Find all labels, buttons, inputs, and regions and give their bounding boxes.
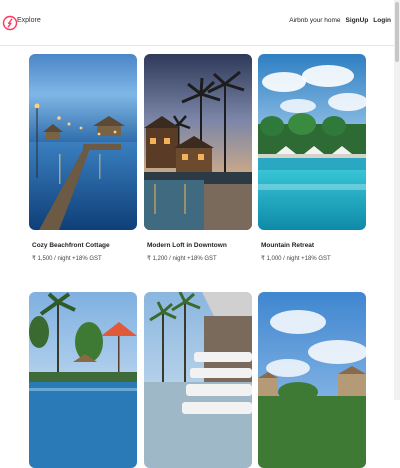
- listing-image[interactable]: [258, 54, 366, 230]
- listing-image[interactable]: [144, 292, 252, 468]
- scrollbar-thumb[interactable]: [395, 2, 399, 62]
- listing-image[interactable]: [29, 54, 137, 230]
- listing-title: Modern Loft in Downtown: [147, 242, 227, 249]
- page-scrollbar[interactable]: [394, 0, 400, 400]
- signup-link[interactable]: SignUp: [346, 17, 369, 24]
- listing-image[interactable]: [144, 54, 252, 230]
- listing-price: ₹ 1,500 / night +18% GST: [32, 256, 102, 262]
- listing-image[interactable]: [29, 292, 137, 468]
- listing-title: Cozy Beachfront Cottage: [32, 242, 110, 249]
- airbnb-your-home-link[interactable]: Airbnb your home: [289, 17, 340, 24]
- login-link[interactable]: Login: [373, 17, 391, 24]
- compass-logo-icon[interactable]: [2, 15, 18, 31]
- nav-explore-link[interactable]: Explore: [17, 17, 41, 24]
- listing-title: Mountain Retreat: [261, 242, 315, 249]
- listing-price: ₹ 1,200 / night +18% GST: [147, 256, 217, 262]
- listing-image[interactable]: [258, 292, 366, 468]
- nav-right-links: Airbnb your home SignUp Login: [289, 17, 391, 24]
- listing-price: ₹ 1,000 / night +18% GST: [261, 256, 331, 262]
- navbar: Explore Airbnb your home SignUp Login: [0, 0, 400, 46]
